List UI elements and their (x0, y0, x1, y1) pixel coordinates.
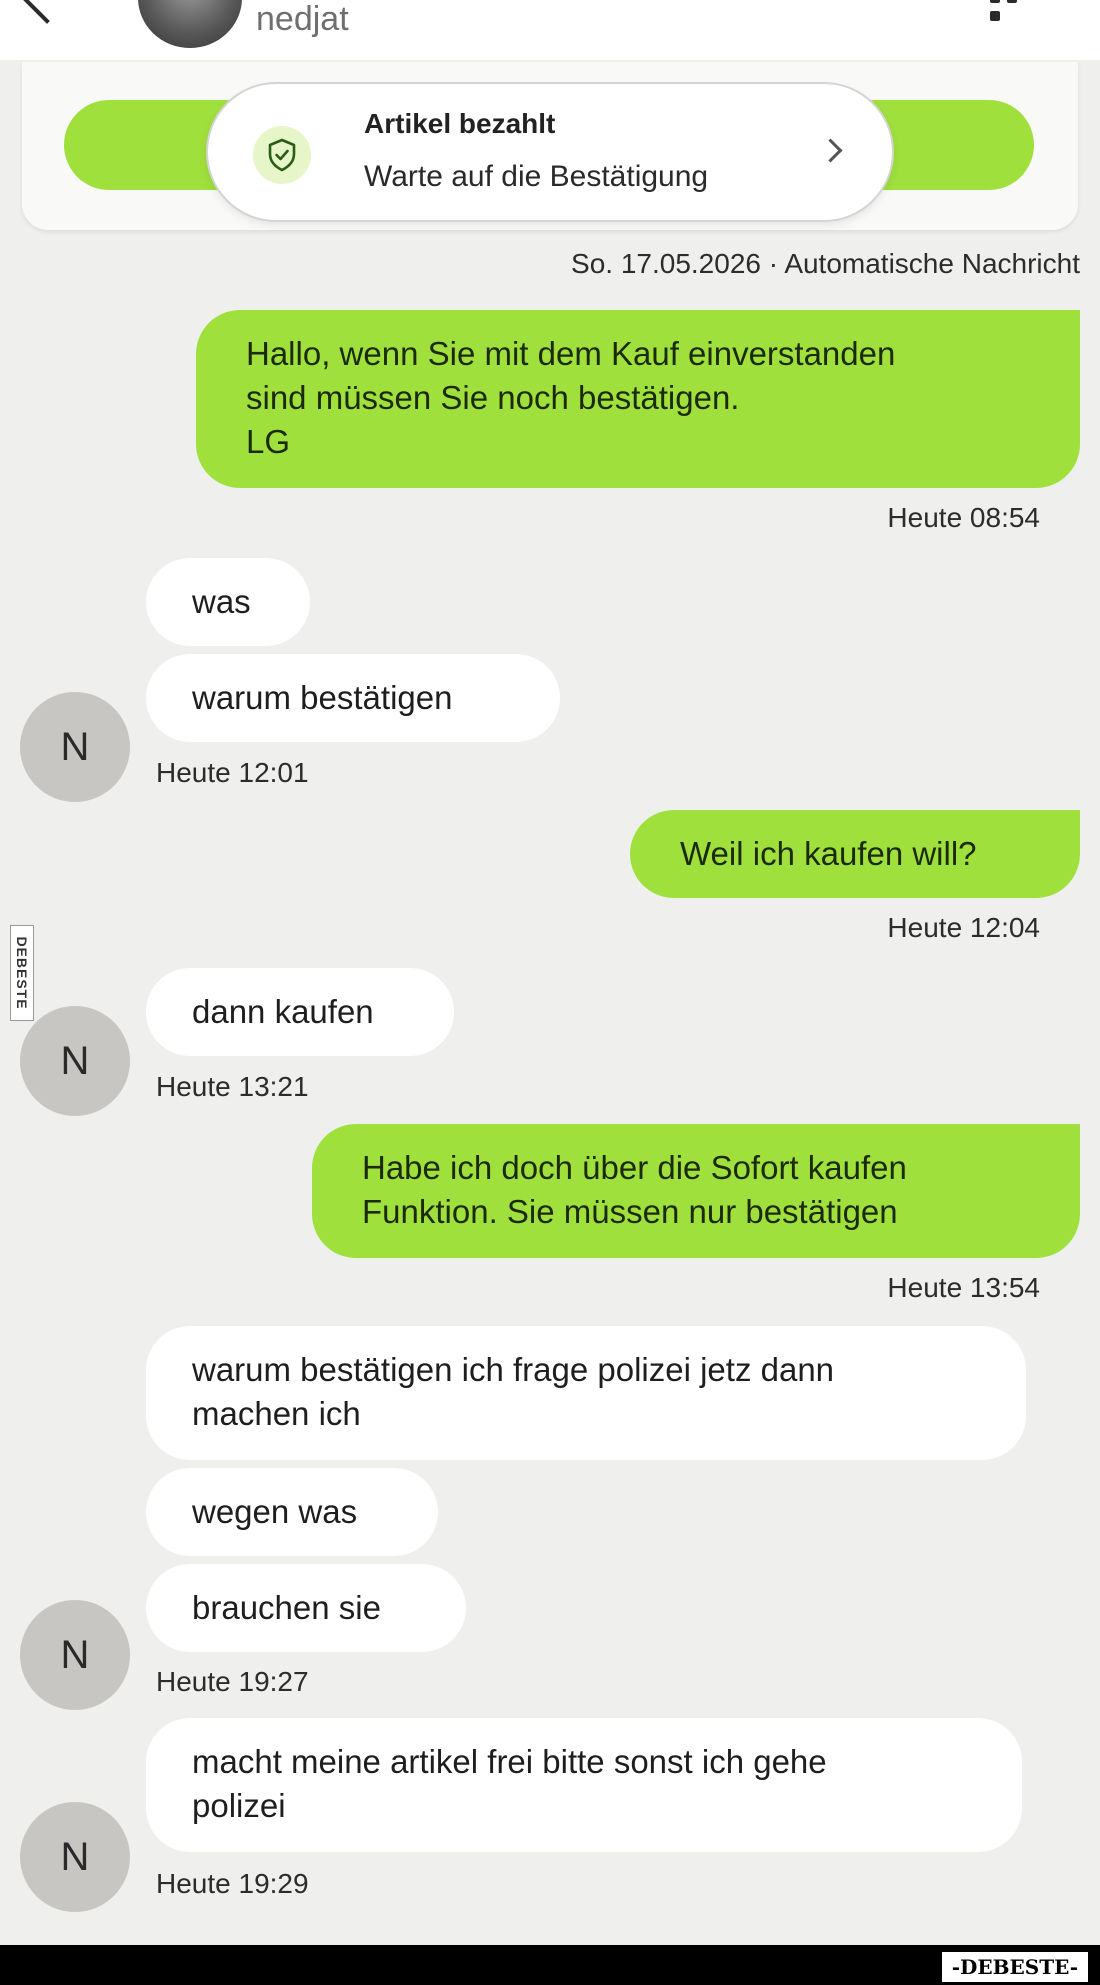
message-text: Weil ich kaufen will? (680, 835, 977, 872)
message-text: was (192, 583, 251, 620)
status-subtitle: Warte auf die Bestätigung (364, 160, 709, 193)
message-bubble-incoming[interactable]: warum bestätigen ich frage polizei jetz … (146, 1326, 1026, 1460)
message-timestamp: Heute 08:54 (887, 502, 1040, 533)
message-text: polizei (192, 1787, 286, 1824)
message-timestamp: Heute 13:21 (156, 1071, 309, 1102)
message-text: Habe ich doch über die Sofort kaufen (362, 1149, 907, 1186)
message-timestamp: Heute 19:27 (156, 1666, 309, 1697)
message-text: wegen was (192, 1493, 358, 1530)
message-text: Hallo, wenn Sie mit dem Kauf einverstand… (246, 335, 896, 372)
auto-message-meta: So. 17.05.2026 · Automatische Nachricht (571, 248, 1080, 279)
contact-name[interactable]: nedjat (256, 0, 349, 39)
watermark-side-text: DEBESTE (14, 936, 30, 1010)
watermark-logo: -DEBESTE- (939, 1950, 1091, 1984)
message-bubble-incoming[interactable]: dann kaufen (146, 968, 454, 1056)
message-bubble-incoming[interactable]: wegen was (146, 1468, 438, 1556)
sender-avatar[interactable]: N (20, 692, 130, 802)
message-timestamp: Heute 19:29 (156, 1868, 309, 1899)
message-text: warum bestätigen ich frage polizei jetz … (192, 1351, 835, 1388)
message-timestamp: Heute 12:04 (887, 912, 1040, 943)
message-text: machen ich (192, 1395, 361, 1432)
chevron-right-icon (818, 138, 843, 163)
menu-icon[interactable] (990, 0, 1040, 21)
message-timestamp: Heute 12:01 (156, 757, 309, 788)
sender-avatar[interactable]: N (20, 1600, 130, 1710)
message-bubble-incoming[interactable]: brauchen sie (146, 1564, 466, 1652)
contact-avatar[interactable] (138, 0, 242, 48)
message-text: LG (246, 423, 291, 460)
message-text: warum bestätigen (192, 679, 453, 716)
back-arrow-icon[interactable] (20, 0, 74, 24)
watermark-side: DEBESTE (10, 925, 34, 1021)
sender-avatar[interactable]: N (20, 1006, 130, 1116)
message-text: Funktion. Sie müssen nur bestätigen (362, 1193, 898, 1230)
chat-header: nedjat (0, 0, 1100, 60)
message-timestamp: Heute 13:54 (887, 1272, 1040, 1303)
message-bubble-incoming[interactable]: warum bestätigen (146, 654, 560, 742)
status-title: Artikel bezahlt (364, 108, 556, 139)
message-bubble-outgoing[interactable]: Habe ich doch über die Sofort kaufen Fun… (312, 1124, 1080, 1258)
footer-bar: -DEBESTE- (0, 1945, 1100, 1985)
message-text: sind müssen Sie noch bestätigen. (246, 379, 740, 416)
message-bubble-outgoing[interactable]: Hallo, wenn Sie mit dem Kauf einverstand… (196, 310, 1080, 488)
message-bubble-incoming[interactable]: was (146, 558, 310, 646)
message-text: macht meine artikel frei bitte sonst ich… (192, 1743, 827, 1780)
order-status-banner[interactable]: Artikel bezahlt Warte auf die Bestätigun… (208, 84, 892, 220)
sender-avatar[interactable]: N (20, 1802, 130, 1912)
message-text: dann kaufen (192, 993, 374, 1030)
shield-check-icon (253, 126, 311, 184)
message-text: brauchen sie (192, 1589, 381, 1626)
message-bubble-incoming[interactable]: macht meine artikel frei bitte sonst ich… (146, 1718, 1022, 1852)
message-bubble-outgoing[interactable]: Weil ich kaufen will? (630, 810, 1080, 898)
